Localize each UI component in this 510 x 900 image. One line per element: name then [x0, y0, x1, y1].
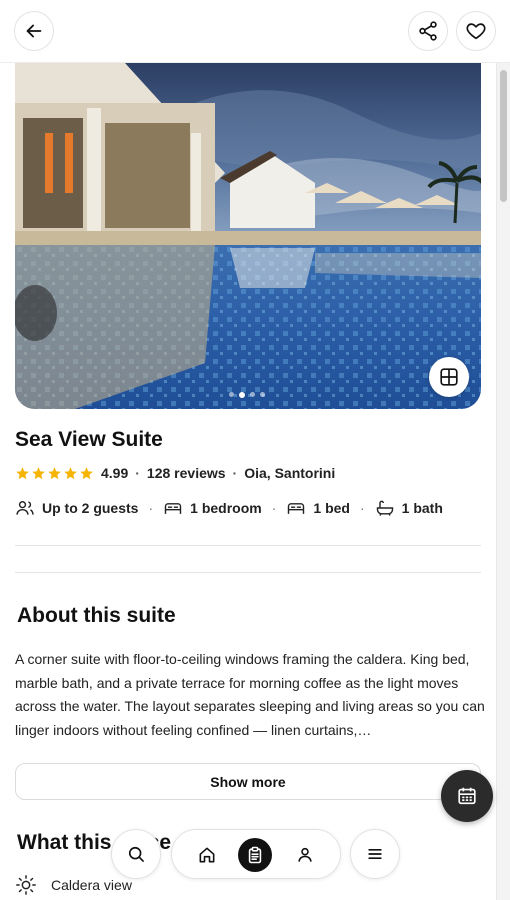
separator: · — [359, 500, 365, 516]
star-rating — [15, 466, 94, 481]
scrollbar-thumb[interactable] — [500, 70, 507, 202]
bed-fact: 1 bed — [286, 498, 350, 518]
bedrooms-text: 1 bedroom — [190, 500, 262, 516]
divider — [15, 572, 481, 573]
grid-icon — [440, 368, 458, 386]
share-button[interactable] — [408, 11, 448, 51]
nav-home-button[interactable] — [190, 838, 224, 872]
page-dot[interactable] — [260, 392, 265, 397]
calendar-button[interactable] — [441, 770, 493, 822]
show-more-button[interactable]: Show more — [15, 763, 481, 800]
star-icon — [48, 466, 61, 479]
amenity-item: Caldera view — [15, 874, 132, 896]
star-icon — [80, 466, 93, 479]
page-dot-active[interactable] — [239, 391, 245, 398]
home-icon — [199, 847, 215, 863]
nav-search-button[interactable] — [111, 829, 161, 879]
bed-icon — [288, 503, 305, 514]
star-icon — [64, 466, 77, 479]
top-bar — [0, 0, 510, 63]
search-icon — [128, 846, 144, 862]
nav-menu-button[interactable] — [350, 829, 400, 879]
amenity-label: Caldera view — [51, 877, 132, 893]
calendar-icon — [458, 787, 476, 805]
bedroom-fact: 1 bedroom — [163, 498, 262, 518]
favorite-button[interactable] — [456, 11, 496, 51]
guests-text: Up to 2 guests — [42, 500, 139, 516]
users-icon — [16, 501, 34, 515]
page-dot[interactable] — [250, 392, 255, 397]
separator: · — [232, 465, 238, 481]
listing-photo[interactable] — [15, 63, 481, 409]
listing-title: Sea View Suite — [15, 428, 163, 451]
bathtub-icon — [376, 500, 393, 516]
user-icon — [298, 847, 312, 862]
baths-text: 1 bath — [401, 500, 443, 516]
resort-pool-image — [15, 63, 481, 409]
separator: · — [148, 500, 154, 516]
rating-value: 4.99 — [101, 465, 129, 481]
star-icon — [32, 466, 45, 479]
beds-text: 1 bed — [313, 500, 350, 516]
clipboard-icon — [248, 846, 262, 864]
divider — [15, 545, 481, 546]
separator: · — [135, 465, 140, 481]
guests-fact: Up to 2 guests — [15, 498, 138, 518]
gallery-pagination — [229, 391, 265, 398]
about-description: A corner suite with floor-to-ceiling win… — [15, 651, 485, 738]
bed-icon — [164, 503, 182, 514]
about-heading: About this suite — [17, 604, 176, 627]
back-button[interactable] — [14, 11, 54, 51]
page-dot[interactable] — [229, 392, 234, 397]
bath-fact: 1 bath — [375, 498, 443, 518]
reviews-link[interactable]: 128 reviews — [147, 465, 226, 481]
bottom-nav — [171, 829, 341, 879]
show-all-photos-button[interactable] — [429, 357, 469, 397]
rating-row: 4.99 · 128 reviews · Oia, Santorini — [15, 465, 335, 481]
location-text: Oia, Santorini — [244, 465, 336, 481]
nav-profile-button[interactable] — [288, 838, 322, 872]
menu-icon — [368, 849, 382, 859]
arrow-left-icon — [26, 24, 42, 38]
sun-icon — [16, 875, 36, 895]
star-icon — [16, 466, 29, 479]
share-icon — [419, 21, 437, 41]
heart-icon — [466, 23, 486, 40]
listing-facts: Up to 2 guests · 1 bedroom · 1 bed · 1 b… — [15, 498, 443, 518]
separator: · — [271, 500, 277, 516]
nav-trips-button[interactable] — [238, 838, 272, 872]
